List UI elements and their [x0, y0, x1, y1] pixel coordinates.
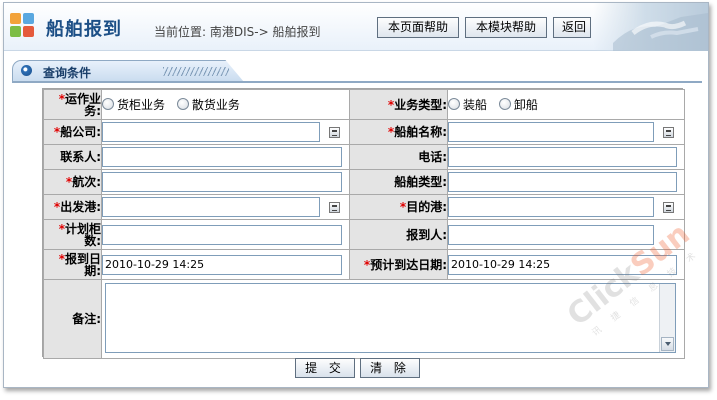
- contact-cell: [101, 144, 350, 170]
- radio-container-business[interactable]: 货柜业务: [102, 96, 165, 113]
- report-date-cell: 2010-10-29 14:25: [101, 249, 350, 280]
- planned-containers-input[interactable]: [102, 224, 342, 245]
- query-form: *运作业务: 货柜业务 散货业务 *业务类型: 装船 卸船 *船公司: *船舶名…: [42, 88, 685, 359]
- form-row: *船公司: *船舶名称:: [43, 119, 685, 145]
- back-button[interactable]: 返回: [553, 17, 591, 38]
- business-type-field: 装船 卸船: [447, 89, 685, 120]
- page-title: 船舶报到: [46, 19, 122, 40]
- contact-input[interactable]: [102, 147, 342, 167]
- ship-type-label: 船舶类型:: [349, 169, 448, 195]
- ship-company-label: *船公司:: [43, 119, 102, 145]
- form-row: *航次: 船舶类型:: [43, 169, 685, 195]
- radio-icon: [102, 98, 114, 111]
- radio-icon: [448, 98, 460, 111]
- reporter-input[interactable]: [448, 224, 654, 245]
- reporter-label: 报到人:: [349, 219, 448, 250]
- phone-cell: [447, 144, 685, 170]
- section-divider: [12, 81, 702, 83]
- remarks-textarea[interactable]: [105, 283, 676, 353]
- eta-cell: 2010-10-29 14:25: [447, 249, 685, 280]
- section-title: 查询条件: [43, 66, 92, 80]
- phone-label: 电话:: [349, 144, 448, 170]
- ship-name-label: *船舶名称:: [349, 119, 448, 145]
- op-business-field: 货柜业务 散货业务: [101, 89, 350, 120]
- phone-input[interactable]: [448, 147, 677, 167]
- ship-name-picker-icon[interactable]: [663, 127, 674, 138]
- section-bullet-icon: [21, 65, 32, 76]
- radio-bulk-business[interactable]: 散货业务: [176, 96, 240, 113]
- departure-port-cell: [101, 194, 350, 220]
- eta-label: *预计到达日期:: [349, 249, 448, 280]
- ship-type-input[interactable]: [448, 172, 677, 192]
- planned-containers-label: *计划柜数:: [43, 219, 102, 250]
- remarks-label: 备注:: [43, 279, 102, 359]
- submit-button[interactable]: 提 交: [295, 358, 355, 378]
- ship-name-input[interactable]: [448, 122, 654, 142]
- destination-port-input[interactable]: [448, 197, 654, 217]
- form-row: 备注:: [43, 279, 685, 359]
- business-type-label: *业务类型:: [349, 89, 448, 120]
- contact-label: 联系人:: [43, 144, 102, 170]
- page-header: 船舶报到 当前位置: 南港DIS-> 船舶报到 本页面帮助 本模块帮助 返回: [4, 3, 708, 51]
- destination-port-picker-icon[interactable]: [663, 202, 674, 213]
- app-window: 船舶报到 当前位置: 南港DIS-> 船舶报到 本页面帮助 本模块帮助 返回 查…: [3, 2, 709, 388]
- radio-icon: [176, 98, 189, 111]
- destination-port-cell: [447, 194, 685, 220]
- tab-hatch-decoration: [163, 67, 229, 76]
- breadcrumb: 当前位置: 南港DIS-> 船舶报到: [154, 25, 321, 39]
- ship-name-cell: [447, 119, 685, 145]
- ship-company-cell: [101, 119, 350, 145]
- handshake-banner-image: [593, 3, 708, 51]
- form-row: *运作业务: 货柜业务 散货业务 *业务类型: 装船 卸船: [43, 89, 685, 120]
- voyage-label: *航次:: [43, 169, 102, 195]
- departure-port-picker-icon[interactable]: [329, 202, 340, 213]
- op-business-label: *运作业务:: [43, 89, 102, 120]
- app-logo-icon: [10, 13, 36, 39]
- form-row: *出发港: *目的港:: [43, 194, 685, 220]
- destination-port-label: *目的港:: [349, 194, 448, 220]
- voyage-cell: [101, 169, 350, 195]
- remarks-scrollbar[interactable]: [659, 284, 675, 352]
- remarks-cell: [101, 279, 685, 359]
- report-date-label: *报到日期:: [43, 249, 102, 280]
- radio-unloading[interactable]: 卸船: [498, 96, 538, 113]
- radio-icon: [498, 98, 511, 111]
- section-tab: 查询条件: [12, 60, 244, 82]
- planned-containers-cell: [101, 219, 350, 250]
- page-help-button[interactable]: 本页面帮助: [377, 17, 459, 38]
- eta-input[interactable]: 2010-10-29 14:25: [448, 254, 677, 275]
- clear-button[interactable]: 清 除: [360, 358, 420, 378]
- form-row: *计划柜数: 报到人:: [43, 219, 685, 250]
- reporter-cell: [447, 219, 685, 250]
- form-row: 联系人: 电话:: [43, 144, 685, 170]
- ship-type-cell: [447, 169, 685, 195]
- module-help-button[interactable]: 本模块帮助: [465, 17, 547, 38]
- ship-company-input[interactable]: [102, 122, 320, 142]
- ship-company-picker-icon[interactable]: [329, 127, 340, 138]
- departure-port-label: *出发港:: [43, 194, 102, 220]
- scroll-down-icon[interactable]: [661, 337, 674, 351]
- departure-port-input[interactable]: [102, 197, 320, 217]
- radio-loading[interactable]: 装船: [448, 96, 487, 113]
- report-date-input[interactable]: 2010-10-29 14:25: [102, 254, 342, 275]
- form-row: *报到日期: 2010-10-29 14:25 *预计到达日期: 2010-10…: [43, 249, 685, 280]
- voyage-input[interactable]: [102, 172, 342, 192]
